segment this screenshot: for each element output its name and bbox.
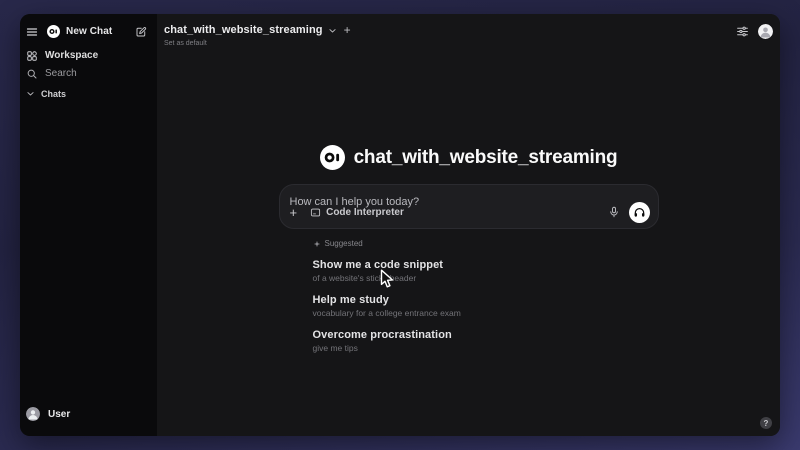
terminal-icon	[310, 207, 321, 218]
chat-controls-sliders-icon[interactable]	[736, 25, 749, 38]
openwebui-logo-icon	[320, 145, 345, 170]
suggestion-title: Show me a code snippet	[313, 259, 659, 271]
new-chat-button[interactable]: New Chat	[66, 26, 112, 37]
chat-header: chat_with_website_streaming + Set as def…	[164, 24, 351, 47]
workspace-grid-icon	[26, 50, 38, 62]
sidebar-item-label: Workspace	[45, 50, 98, 61]
search-icon	[26, 68, 38, 80]
suggestion-item[interactable]: Help me study vocabulary for a college e…	[313, 294, 659, 318]
suggestion-subtitle: give me tips	[313, 343, 659, 353]
user-name: User	[48, 409, 70, 420]
main-area: chat_with_website_streaming + Set as def…	[157, 14, 780, 436]
chevron-down-icon	[26, 89, 35, 98]
model-heading: chat_with_website_streaming	[279, 145, 659, 170]
suggested-header: Suggested	[313, 239, 659, 248]
help-button[interactable]: ?	[760, 417, 772, 429]
new-chat-plus-button[interactable]: +	[344, 24, 351, 36]
input-toolbar: + Code Interpreter	[290, 202, 650, 222]
sidebar-section-label: Chats	[41, 89, 66, 99]
openwebui-logo-icon	[47, 25, 60, 38]
sidebar-user-menu[interactable]: User	[26, 404, 149, 424]
headphones-icon	[633, 206, 646, 219]
welcome-panel: chat_with_website_streaming + Code Inter…	[279, 145, 659, 353]
header-controls	[736, 24, 773, 39]
app-window: New Chat Workspace Search Chats	[20, 14, 780, 436]
chevron-down-icon[interactable]	[328, 26, 337, 35]
sidebar: New Chat Workspace Search Chats	[20, 14, 157, 436]
suggestion-item[interactable]: Overcome procrastination give me tips	[313, 329, 659, 353]
chat-title[interactable]: chat_with_website_streaming	[164, 24, 323, 36]
new-note-icon[interactable]	[135, 26, 147, 38]
sidebar-item-workspace[interactable]: Workspace	[26, 47, 149, 64]
suggested-label: Suggested	[325, 239, 363, 248]
sidebar-item-label: Search	[45, 68, 77, 79]
sidebar-section-chats[interactable]: Chats	[26, 85, 149, 102]
account-avatar[interactable]	[758, 24, 773, 39]
code-interpreter-toggle[interactable]: Code Interpreter	[310, 207, 404, 218]
user-avatar	[26, 407, 40, 421]
suggestions-panel: Suggested Show me a code snippet of a we…	[279, 239, 659, 353]
suggestion-subtitle: of a website's sticky header	[313, 273, 659, 283]
model-name: chat_with_website_streaming	[354, 147, 618, 169]
suggestion-title: Overcome procrastination	[313, 329, 659, 341]
attach-plus-button[interactable]: +	[290, 206, 298, 219]
sparkle-icon	[313, 240, 321, 248]
microphone-icon[interactable]	[608, 206, 620, 218]
voice-call-button[interactable]	[629, 202, 650, 223]
code-interpreter-label: Code Interpreter	[326, 207, 404, 218]
set-as-default-link[interactable]: Set as default	[164, 40, 351, 47]
suggestion-title: Help me study	[313, 294, 659, 306]
suggestion-subtitle: vocabulary for a college entrance exam	[313, 308, 659, 318]
suggestion-item[interactable]: Show me a code snippet of a website's st…	[313, 259, 659, 283]
sidebar-header: New Chat	[26, 23, 149, 40]
hamburger-menu-icon[interactable]	[26, 26, 38, 38]
sidebar-item-search[interactable]: Search	[26, 65, 149, 82]
message-input-box[interactable]: + Code Interpreter	[279, 184, 659, 229]
desktop: { "sidebar": { "new_chat_label": "New Ch…	[0, 0, 800, 450]
